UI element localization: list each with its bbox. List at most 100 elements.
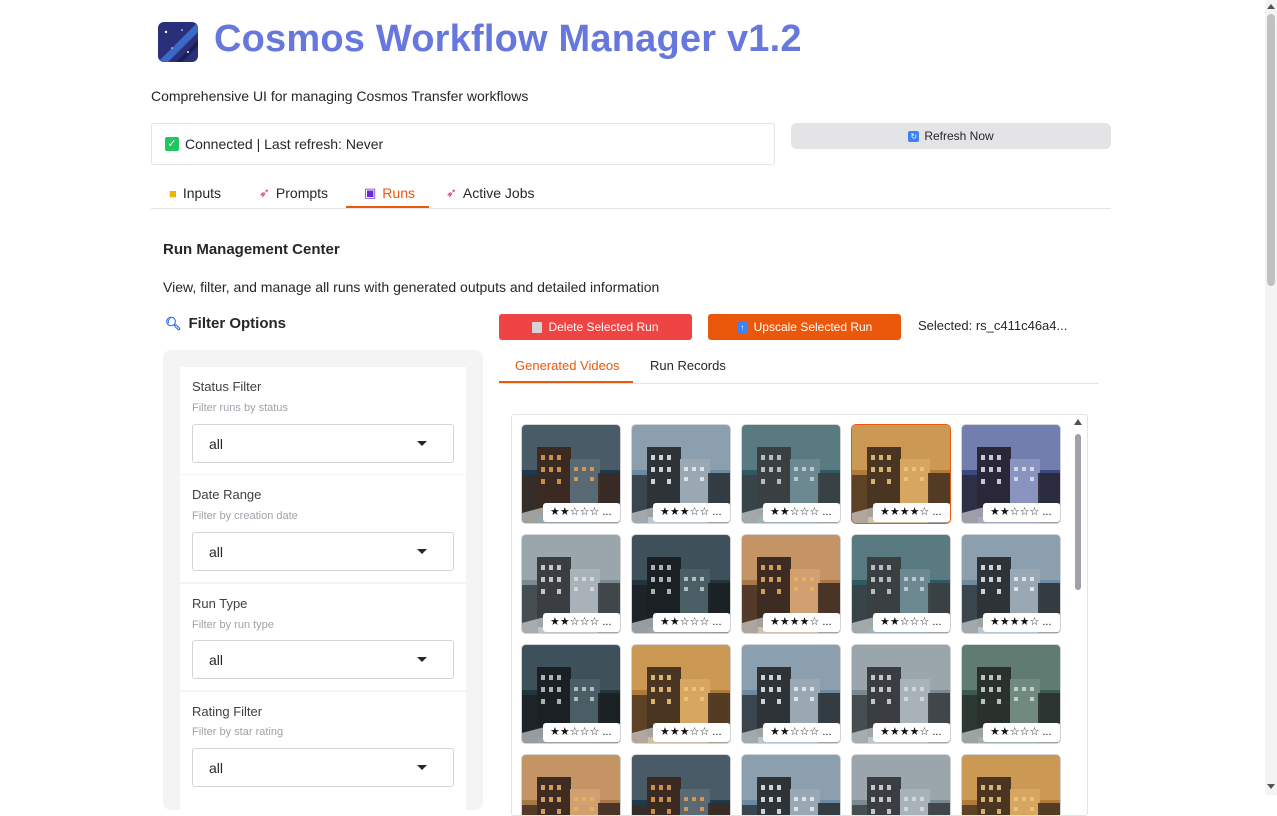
rating-caption: ★★☆☆☆ ...: [763, 503, 840, 522]
video-thumbnail[interactable]: [631, 754, 731, 815]
connection-status: ✓ Connected | Last refresh: Never: [151, 123, 775, 165]
clapper-icon: ▣: [364, 185, 377, 200]
status-filter-select[interactable]: all: [192, 424, 454, 463]
refresh-button[interactable]: ↻ Refresh Now: [791, 123, 1111, 149]
video-thumbnail[interactable]: ★★☆☆☆ ...: [851, 534, 951, 634]
video-thumbnail[interactable]: [521, 754, 621, 815]
tab-runs[interactable]: ▣ Runs: [364, 178, 415, 208]
rocket-icon: ➶: [259, 185, 270, 200]
active-tab-indicator: [346, 206, 429, 208]
rating-filter-group: Rating Filter Filter by star rating all: [180, 692, 466, 810]
tab-label: Runs: [382, 185, 415, 201]
select-value: all: [209, 543, 224, 560]
video-thumbnail[interactable]: ★★☆☆☆ ...: [521, 424, 621, 524]
page-title: Cosmos Workflow Manager v1.2: [214, 18, 802, 60]
thumbnail-image: [632, 755, 730, 815]
date-range-group: Date Range Filter by creation date all: [180, 475, 466, 582]
window-scrollbar-thumb[interactable]: [1267, 14, 1275, 286]
video-thumbnail[interactable]: [961, 754, 1061, 815]
filter-label: Rating Filter: [192, 704, 263, 719]
video-thumbnail[interactable]: ★★☆☆☆ ...: [521, 534, 621, 634]
rating-caption: ★★★☆☆ ...: [653, 503, 730, 522]
tab-active-jobs[interactable]: ➶ Active Jobs: [446, 178, 535, 208]
filter-title-text: Filter Options: [188, 315, 287, 332]
filter-hint: Filter by creation date: [192, 510, 298, 522]
tab-label: Prompts: [275, 185, 329, 201]
arrow-up-icon: ↑: [736, 321, 748, 333]
scroll-down-icon[interactable]: [1267, 784, 1275, 789]
status-filter-group: Status Filter Filter runs by status all: [180, 367, 466, 474]
video-thumbnail[interactable]: ★★☆☆☆ ...: [961, 644, 1061, 744]
filter-label: Date Range: [192, 487, 262, 502]
rating-caption: ★★★★☆ ...: [983, 613, 1060, 632]
tab-inputs[interactable]: ■ Inputs: [169, 178, 221, 208]
video-gallery: ★★☆☆☆ ... ★★★☆☆ ... ★★☆☆☆ ... ★★★★☆ ... ★★☆☆…: [511, 414, 1088, 816]
gallery-scrollbar[interactable]: [1075, 434, 1081, 590]
active-subtab-indicator: [499, 381, 633, 383]
tab-label: Active Jobs: [462, 185, 535, 201]
video-thumbnail[interactable]: ★★☆☆☆ ...: [961, 424, 1061, 524]
folder-icon: ■: [169, 185, 177, 201]
upscale-run-button[interactable]: ↑ Upscale Selected Run: [708, 314, 901, 340]
run-type-select[interactable]: all: [192, 640, 454, 679]
filter-label: Run Type: [192, 596, 248, 611]
video-thumbnail[interactable]: ★★★★☆ ...: [741, 534, 841, 634]
video-thumbnail[interactable]: ★★★★☆ ...: [961, 534, 1061, 634]
rating-caption: ★★☆☆☆ ...: [653, 613, 730, 632]
rating-caption: ★★☆☆☆ ...: [543, 503, 620, 522]
tabs-divider: [151, 208, 1111, 209]
date-range-select[interactable]: all: [192, 532, 454, 571]
filter-hint: Filter by run type: [192, 619, 274, 631]
select-value: all: [209, 651, 224, 668]
filter-options-heading: 🔍︎ Filter Options: [165, 315, 286, 332]
filter-hint: Filter by star rating: [192, 726, 284, 738]
rating-caption: ★★☆☆☆ ...: [543, 723, 620, 742]
thumbnail-image: [852, 755, 950, 815]
scroll-up-icon[interactable]: [1074, 419, 1082, 425]
chevron-down-icon: [417, 657, 427, 662]
rating-caption: ★★☆☆☆ ...: [763, 723, 840, 742]
video-thumbnail[interactable]: ★★★★☆ ...: [851, 424, 951, 524]
section-description: View, filter, and manage all runs with g…: [163, 279, 660, 295]
video-thumbnail[interactable]: ★★★★☆ ...: [851, 644, 951, 744]
tab-prompts[interactable]: ➶ Prompts: [259, 178, 328, 208]
video-thumbnail[interactable]: [851, 754, 951, 815]
thumbnail-image: [522, 755, 620, 815]
tab-generated-videos[interactable]: Generated Videos: [515, 358, 620, 382]
thumbnail-image: [742, 755, 840, 815]
chevron-down-icon: [417, 549, 427, 554]
filter-label: Status Filter: [192, 379, 262, 394]
subtabs-divider: [499, 383, 1099, 384]
tab-run-records[interactable]: Run Records: [650, 358, 726, 382]
rating-caption: ★★★★☆ ...: [873, 503, 950, 522]
rocket-icon: ➶: [446, 185, 457, 200]
upscale-label: Upscale Selected Run: [753, 320, 873, 334]
tab-label: Inputs: [182, 185, 221, 201]
rating-filter-select[interactable]: all: [192, 748, 454, 787]
rating-caption: ★★☆☆☆ ...: [983, 503, 1060, 522]
rating-caption: ★★★☆☆ ...: [653, 723, 730, 742]
video-thumbnail[interactable]: ★★★☆☆ ...: [631, 424, 731, 524]
thumbnail-image: [962, 755, 1060, 815]
select-value: all: [209, 435, 224, 452]
video-thumbnail[interactable]: ★★☆☆☆ ...: [741, 424, 841, 524]
delete-label: Delete Selected Run: [548, 320, 659, 334]
run-type-group: Run Type Filter by run type all: [180, 584, 466, 690]
delete-run-button[interactable]: Delete Selected Run: [499, 314, 692, 340]
video-thumbnail[interactable]: [741, 754, 841, 815]
rating-caption: ★★★★☆ ...: [763, 613, 840, 632]
rating-caption: ★★★★☆ ...: [873, 723, 950, 742]
chevron-down-icon: [417, 441, 427, 446]
chevron-down-icon: [417, 765, 427, 770]
refresh-icon: ↻: [908, 130, 920, 142]
check-icon: ✓: [165, 137, 179, 151]
status-text: Connected | Last refresh: Never: [185, 136, 384, 152]
video-thumbnail[interactable]: ★★☆☆☆ ...: [741, 644, 841, 744]
scroll-up-icon[interactable]: [1267, 4, 1275, 9]
video-thumbnail[interactable]: ★★☆☆☆ ...: [631, 534, 731, 634]
video-thumbnail[interactable]: ★★☆☆☆ ...: [521, 644, 621, 744]
search-icon: 🔍︎: [165, 315, 182, 331]
video-thumbnail[interactable]: ★★★☆☆ ...: [631, 644, 731, 744]
rating-caption: ★★☆☆☆ ...: [873, 613, 950, 632]
rating-caption: ★★☆☆☆ ...: [983, 723, 1060, 742]
